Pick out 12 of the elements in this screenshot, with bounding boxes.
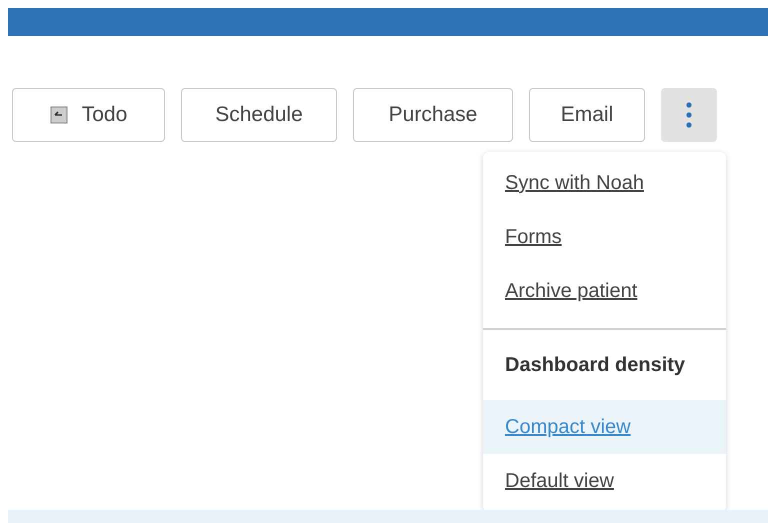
toolbar-button[interactable]: Schedule: [181, 88, 337, 142]
toolbar-button[interactable]: Email: [529, 88, 645, 142]
menu-item[interactable]: Archive patient: [483, 264, 726, 318]
menu-option[interactable]: Default view: [483, 454, 726, 508]
menu-item[interactable]: Sync with Noah: [483, 156, 726, 210]
more-icon: [686, 102, 692, 128]
more-button[interactable]: [661, 88, 717, 142]
toolbar-button[interactable]: Purchase: [353, 88, 513, 142]
toolbar-button[interactable]: Todo: [12, 88, 165, 142]
menu-header: Dashboard density: [504, 353, 686, 378]
checkbox-icon: [50, 106, 68, 124]
menu-item[interactable]: Forms: [483, 210, 726, 264]
